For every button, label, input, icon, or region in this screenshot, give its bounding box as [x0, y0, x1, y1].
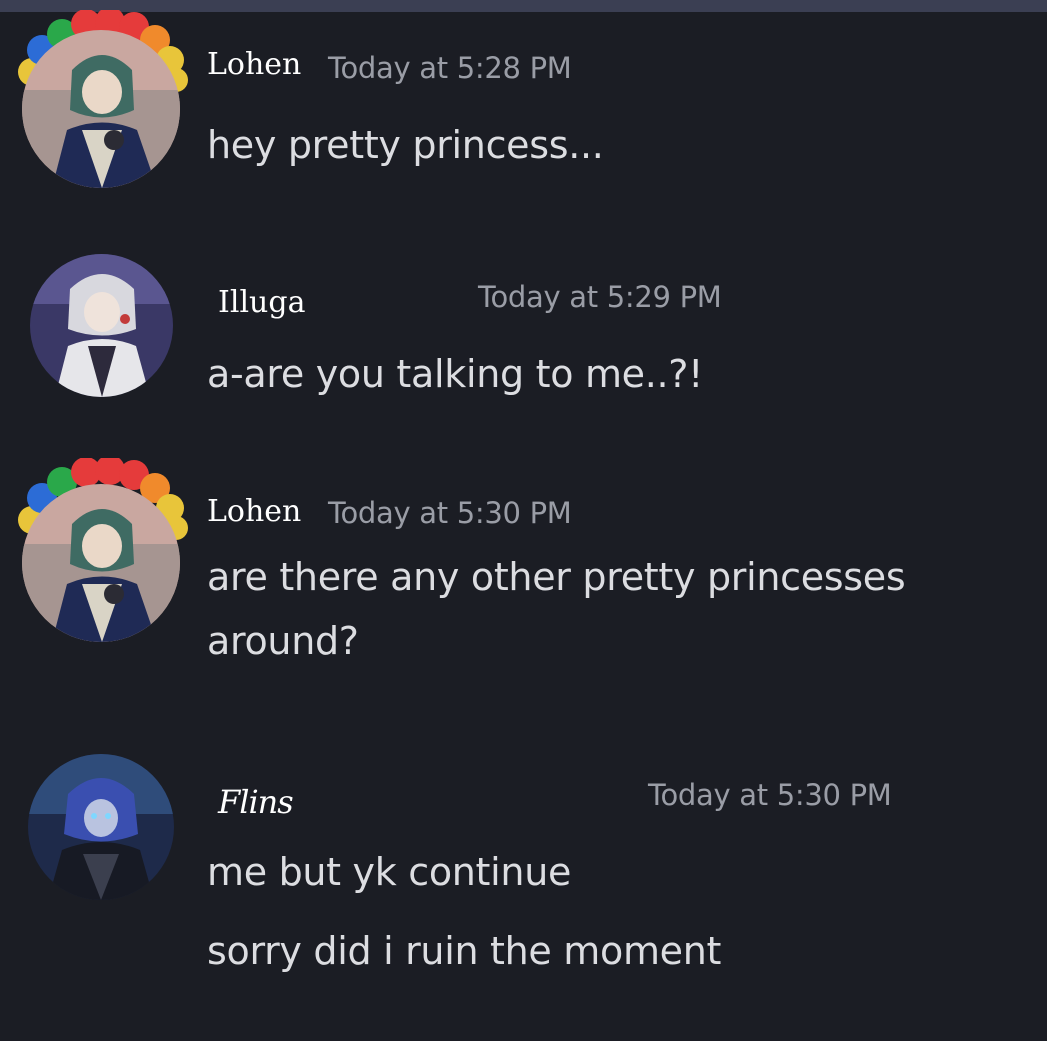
author-name[interactable]: Flins	[218, 786, 294, 818]
flins-avatar-icon[interactable]	[28, 754, 174, 900]
timestamp: Today at 5:30 PM	[648, 778, 892, 812]
chat-screen: Lohen Today at 5:28 PM hey pretty prince…	[0, 0, 1047, 1041]
message-text: me but yk continue	[207, 850, 572, 894]
message-text: sorry did i ruin the moment	[207, 929, 722, 973]
message-group: Flins Today at 5:30 PM me but yk continu…	[0, 0, 1047, 1000]
